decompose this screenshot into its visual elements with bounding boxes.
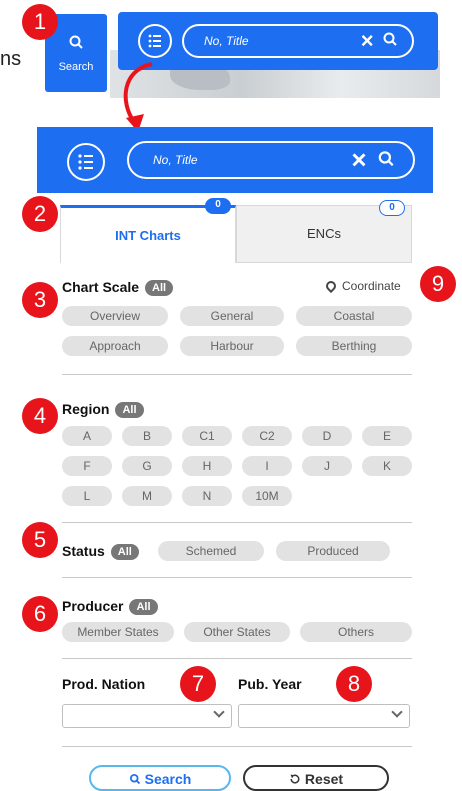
search-button-label: Search	[144, 771, 192, 787]
chip-region-d[interactable]: D	[302, 426, 352, 446]
search-button[interactable]: Search	[89, 765, 231, 791]
clear-icon[interactable]: ×	[361, 28, 374, 53]
chip-approach[interactable]: Approach	[62, 336, 168, 356]
tab-encs-count: 0	[379, 200, 405, 216]
coordinate-label: Coordinate	[342, 279, 401, 293]
producer-title: Producer	[62, 598, 124, 614]
chip-region-m[interactable]: M	[122, 486, 172, 506]
list-icon[interactable]	[67, 143, 105, 181]
chart-scale-all-toggle[interactable]: All	[145, 280, 174, 296]
divider	[62, 577, 412, 578]
arrow-icon	[123, 62, 153, 132]
pub-year-select[interactable]	[238, 704, 410, 728]
tab-int-charts[interactable]: INT Charts 0	[60, 198, 236, 263]
producer-all-toggle[interactable]: All	[129, 599, 158, 615]
pub-year-label: Pub. Year	[238, 676, 302, 692]
chip-region-c1[interactable]: C1	[182, 426, 232, 446]
reset-button-label: Reset	[304, 771, 344, 787]
preview-input-icons: ×	[361, 28, 398, 54]
chip-region-c2[interactable]: C2	[242, 426, 292, 446]
callout-1: 1	[22, 4, 58, 40]
chip-region-b[interactable]: B	[122, 426, 172, 446]
region-heading: Region All	[62, 401, 144, 418]
status-heading: Status All	[62, 543, 139, 560]
divider	[62, 746, 412, 747]
chevron-down-icon	[213, 706, 225, 718]
divider	[62, 522, 412, 523]
chip-schemed[interactable]: Schemed	[158, 541, 264, 561]
search-icon[interactable]	[377, 150, 395, 168]
divider	[62, 374, 412, 375]
callout-2: 2	[22, 196, 58, 232]
callout-5: 5	[22, 522, 58, 558]
region-all-toggle[interactable]: All	[115, 402, 144, 418]
chart-scale-heading: Chart Scale All	[62, 279, 174, 296]
producer-heading: Producer All	[62, 598, 158, 615]
chevron-down-icon	[391, 706, 403, 718]
location-pin-icon	[323, 278, 339, 294]
callout-9: 9	[420, 266, 456, 302]
chip-other-states[interactable]: Other States	[184, 622, 290, 642]
chip-member-states[interactable]: Member States	[62, 622, 174, 642]
chip-region-a[interactable]: A	[62, 426, 112, 446]
chip-general[interactable]: General	[180, 306, 284, 326]
prod-nation-select[interactable]	[62, 704, 232, 728]
search-input-icons: ×	[351, 145, 395, 176]
search-input[interactable]: No, Title ×	[127, 141, 415, 179]
coordinate-filter[interactable]: Coordinate	[323, 278, 401, 294]
chip-region-g[interactable]: G	[122, 456, 172, 476]
chip-produced[interactable]: Produced	[276, 541, 390, 561]
chip-harbour[interactable]: Harbour	[180, 336, 284, 356]
callout-3: 3	[22, 282, 58, 318]
chip-region-i[interactable]: I	[242, 456, 292, 476]
preview-search-input[interactable]: No, Title ×	[182, 24, 414, 58]
preview-search-placeholder: No, Title	[204, 34, 249, 48]
callout-6: 6	[22, 596, 58, 632]
callout-8: 8	[336, 666, 372, 702]
search-placeholder: No, Title	[153, 153, 198, 167]
search-icon	[45, 34, 107, 55]
tab-encs[interactable]: ENCs 0	[236, 200, 412, 263]
chip-berthing[interactable]: Berthing	[296, 336, 412, 356]
tab-int-charts-count: 0	[205, 198, 231, 214]
region-title: Region	[62, 401, 110, 417]
chip-coastal[interactable]: Coastal	[296, 306, 412, 326]
cropped-text: ns	[0, 48, 22, 70]
prod-nation-label: Prod. Nation	[62, 676, 146, 692]
chip-region-k[interactable]: K	[362, 456, 412, 476]
main-searchbar: No, Title ×	[37, 127, 433, 193]
chart-scale-title: Chart Scale	[62, 279, 140, 295]
reset-icon	[290, 774, 300, 784]
callout-4: 4	[22, 398, 58, 434]
divider	[62, 658, 412, 659]
search-icon	[129, 773, 140, 785]
chip-others[interactable]: Others	[300, 622, 412, 642]
chip-region-n[interactable]: N	[182, 486, 232, 506]
chip-region-e[interactable]: E	[362, 426, 412, 446]
chip-region-l[interactable]: L	[62, 486, 112, 506]
search-icon[interactable]	[382, 31, 398, 47]
side-search-label: Search	[58, 61, 94, 73]
tab-int-charts-label: INT Charts	[115, 228, 181, 243]
tab-encs-label: ENCs	[307, 226, 341, 241]
chip-region-j[interactable]: J	[302, 456, 352, 476]
chip-region-h[interactable]: H	[182, 456, 232, 476]
chip-region-10m[interactable]: 10M	[242, 486, 292, 506]
reset-button[interactable]: Reset	[243, 765, 389, 791]
chip-overview[interactable]: Overview	[62, 306, 168, 326]
callout-7: 7	[180, 666, 216, 702]
status-title: Status	[62, 543, 105, 559]
status-all-toggle[interactable]: All	[110, 544, 139, 560]
chip-region-f[interactable]: F	[62, 456, 112, 476]
clear-icon[interactable]: ×	[351, 145, 366, 175]
list-icon[interactable]	[138, 24, 172, 58]
